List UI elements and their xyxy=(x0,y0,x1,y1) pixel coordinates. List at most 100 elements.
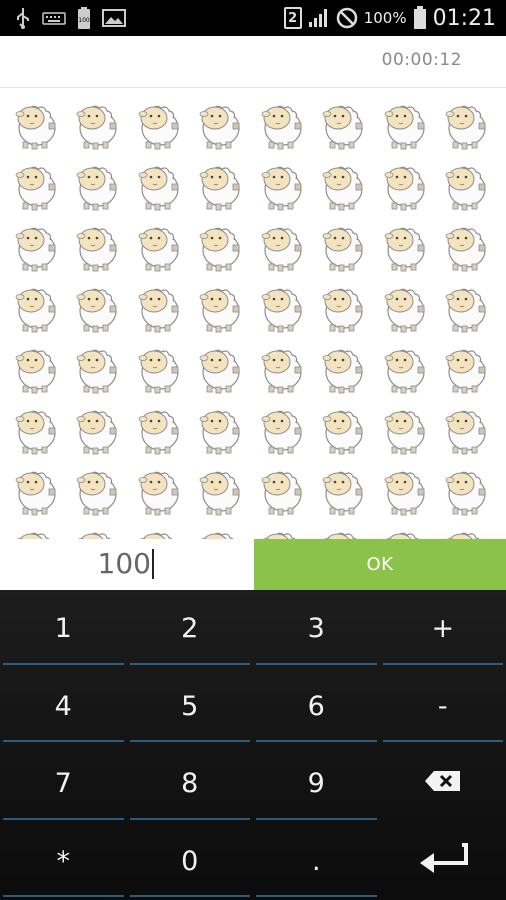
sheep-icon xyxy=(435,519,496,539)
sheep-grid xyxy=(0,88,506,539)
sheep-icon xyxy=(127,519,188,539)
sheep-icon xyxy=(127,336,188,397)
key-4[interactable]: 4 xyxy=(0,668,127,746)
sheep-icon xyxy=(66,214,127,275)
sheep-icon xyxy=(312,275,373,336)
key-8[interactable]: 8 xyxy=(127,745,254,823)
key-plus[interactable]: + xyxy=(380,590,506,668)
sheep-icon xyxy=(435,336,496,397)
battery-notification-icon: 100 xyxy=(76,6,92,30)
numeric-keypad: 1 2 3 + 4 5 6 - 7 8 9 * 0 . xyxy=(0,590,506,900)
key-6[interactable]: 6 xyxy=(253,668,380,746)
sheep-icon xyxy=(312,92,373,153)
sheep-icon xyxy=(435,275,496,336)
key-5[interactable]: 5 xyxy=(127,668,254,746)
sheep-icon xyxy=(312,214,373,275)
clock: 01:21 xyxy=(432,5,496,31)
text-cursor xyxy=(152,549,154,579)
count-input[interactable]: 100 xyxy=(0,539,254,590)
key-9[interactable]: 9 xyxy=(253,745,380,823)
sheep-icon xyxy=(435,397,496,458)
sheep-icon xyxy=(189,153,250,214)
battery-icon xyxy=(413,6,427,30)
sheep-icon xyxy=(250,92,311,153)
sheep-icon xyxy=(312,153,373,214)
keyboard-icon xyxy=(42,10,66,26)
key-1[interactable]: 1 xyxy=(0,590,127,668)
key-backspace[interactable] xyxy=(380,745,506,823)
sheep-icon xyxy=(4,153,65,214)
sheep-icon xyxy=(127,397,188,458)
sheep-icon xyxy=(435,92,496,153)
no-sound-icon xyxy=(336,7,358,29)
sheep-icon xyxy=(127,458,188,519)
sheep-icon xyxy=(250,519,311,539)
sheep-icon xyxy=(189,519,250,539)
count-input-value: 100 xyxy=(98,547,154,580)
sheep-icon xyxy=(373,336,434,397)
key-3[interactable]: 3 xyxy=(253,590,380,668)
notification-icons: 100 xyxy=(0,6,126,30)
sheep-icon xyxy=(435,153,496,214)
key-enter[interactable] xyxy=(380,823,506,900)
status-bar: 100 2 100% 01:21 xyxy=(0,0,506,36)
sheep-icon xyxy=(4,519,65,539)
sheep-icon xyxy=(4,336,65,397)
key-decimal[interactable]: . xyxy=(253,823,380,900)
battery-percent: 100% xyxy=(363,9,407,27)
sheep-area xyxy=(0,88,506,539)
sheep-icon xyxy=(189,92,250,153)
input-row: 100 OK xyxy=(0,539,506,590)
key-asterisk[interactable]: * xyxy=(0,823,127,900)
sheep-icon xyxy=(66,275,127,336)
sheep-icon xyxy=(127,214,188,275)
sheep-icon xyxy=(312,397,373,458)
sheep-icon xyxy=(373,92,434,153)
key-7[interactable]: 7 xyxy=(0,745,127,823)
sheep-icon xyxy=(127,153,188,214)
sheep-icon xyxy=(250,214,311,275)
sheep-icon xyxy=(373,153,434,214)
sheep-icon xyxy=(4,275,65,336)
sheep-icon xyxy=(250,153,311,214)
system-icons: 2 100% 01:21 xyxy=(283,5,506,31)
sheep-icon xyxy=(66,458,127,519)
sheep-icon xyxy=(435,458,496,519)
sheep-icon xyxy=(312,519,373,539)
sheep-icon xyxy=(189,336,250,397)
sheep-icon xyxy=(373,214,434,275)
sheep-icon xyxy=(4,214,65,275)
key-minus[interactable]: - xyxy=(380,668,506,746)
sheep-icon xyxy=(189,397,250,458)
sheep-icon xyxy=(66,153,127,214)
key-0[interactable]: 0 xyxy=(127,823,254,900)
ok-button[interactable]: OK xyxy=(254,539,506,590)
sheep-icon xyxy=(373,275,434,336)
sheep-icon xyxy=(373,397,434,458)
usb-icon xyxy=(14,7,32,29)
backspace-icon xyxy=(424,768,462,799)
timer-bar: 00:00:12 xyxy=(0,36,506,88)
signal-icon xyxy=(308,8,330,28)
sheep-icon xyxy=(250,336,311,397)
sheep-icon xyxy=(312,458,373,519)
sheep-icon xyxy=(66,92,127,153)
sheep-icon xyxy=(66,336,127,397)
elapsed-timer: 00:00:12 xyxy=(381,50,462,70)
sheep-icon xyxy=(189,214,250,275)
sheep-icon xyxy=(373,458,434,519)
sheep-icon xyxy=(127,275,188,336)
sheep-icon xyxy=(250,275,311,336)
sheep-icon xyxy=(4,458,65,519)
sheep-icon xyxy=(66,519,127,539)
sheep-icon xyxy=(250,397,311,458)
sim-icon: 2 xyxy=(283,7,302,29)
sheep-icon xyxy=(4,92,65,153)
key-2[interactable]: 2 xyxy=(127,590,254,668)
sheep-icon xyxy=(435,214,496,275)
sheep-icon xyxy=(127,92,188,153)
enter-icon xyxy=(418,842,468,880)
sheep-icon xyxy=(312,336,373,397)
sheep-icon xyxy=(373,519,434,539)
svg-text:100: 100 xyxy=(78,17,90,24)
